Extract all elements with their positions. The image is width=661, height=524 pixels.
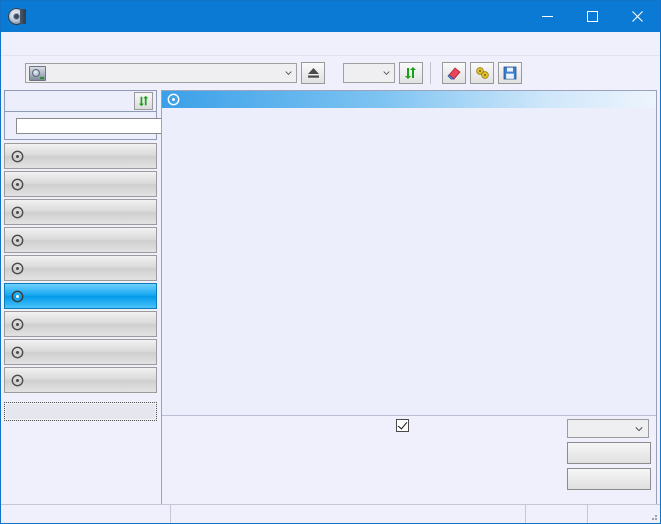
window-controls [525, 1, 660, 32]
disc-info-rows [5, 112, 218, 139]
save-button[interactable] [498, 62, 522, 84]
disc-icon [11, 318, 24, 331]
save-floppy-icon [503, 66, 517, 80]
refresh-icon [405, 67, 416, 79]
drive-select[interactable] [25, 63, 297, 83]
application-window [0, 0, 661, 524]
disc-icon [11, 262, 24, 275]
menu-start-test[interactable] [30, 42, 50, 46]
refresh-icon [138, 95, 148, 107]
sidebar-item-transfer-rate[interactable] [4, 143, 157, 169]
drive-toolbar [1, 56, 660, 90]
refresh-button[interactable] [399, 62, 423, 84]
chart-bottom-bis-jitter [162, 260, 656, 415]
panel-header [162, 91, 656, 108]
menu-help[interactable] [70, 42, 90, 46]
erase-button[interactable] [442, 62, 466, 84]
sidebar-item-verify-test-disc[interactable] [4, 199, 157, 225]
chart-top-ldc-readspeed [162, 108, 656, 258]
tools-button[interactable] [470, 62, 494, 84]
title-bar [1, 1, 660, 32]
disc-icon [11, 178, 24, 191]
menu-extra[interactable] [50, 42, 70, 46]
main-body [1, 90, 660, 508]
sidebar-item-cd-bler[interactable] [4, 311, 157, 337]
chart-bottom-container [162, 260, 656, 415]
minimize-icon[interactable] [525, 1, 570, 32]
disc-panel-header [5, 91, 156, 112]
disc-icon [11, 374, 24, 387]
sidebar-item-disc-info[interactable] [4, 255, 157, 281]
disc-icon [11, 346, 24, 359]
disc-icon [11, 206, 24, 219]
eject-icon [307, 68, 319, 78]
jitter-checkbox[interactable] [396, 419, 409, 432]
menu-bar [1, 32, 660, 56]
drive-icon [29, 65, 46, 81]
status-message [1, 504, 171, 523]
disc-quality-icon [167, 93, 180, 106]
status-bar [1, 504, 660, 523]
eraser-icon [447, 67, 461, 80]
resize-grip[interactable] [648, 511, 658, 521]
sidebar-item-fe-te[interactable] [4, 339, 157, 365]
nav-list [4, 143, 157, 393]
start-part-button[interactable] [567, 468, 651, 490]
disc-label-row [11, 117, 218, 135]
tools-icon [475, 67, 489, 79]
disc-icon [11, 150, 24, 163]
chart-top-container [162, 108, 656, 258]
chevron-down-icon [635, 427, 643, 432]
disc-icon [11, 290, 24, 303]
status-window-button[interactable] [4, 402, 157, 421]
app-icon [8, 8, 26, 25]
stats-panel [162, 415, 656, 507]
sidebar-item-create-test-disc[interactable] [4, 171, 157, 197]
speed-select[interactable] [343, 63, 395, 83]
sidebar-item-drive-info[interactable] [4, 227, 157, 253]
chevron-down-icon [285, 71, 292, 75]
close-icon[interactable] [615, 1, 660, 32]
disc-panel [4, 90, 218, 140]
start-full-button[interactable] [567, 442, 651, 464]
sidebar-item-disc-quality[interactable] [4, 283, 157, 309]
disc-icon [11, 234, 24, 247]
disc-refresh-button[interactable] [134, 92, 153, 110]
maximize-icon[interactable] [570, 1, 615, 32]
sidebar-item-extra-tests[interactable] [4, 367, 157, 393]
toolbar-separator [430, 62, 431, 84]
disc-quality-panel [161, 90, 657, 508]
chevron-down-icon [383, 71, 390, 75]
left-sidebar [1, 90, 218, 508]
menu-file[interactable] [10, 42, 30, 46]
eject-button[interactable] [301, 62, 325, 84]
progress-percent [526, 504, 588, 523]
progress-bar [171, 504, 526, 523]
test-speed-select[interactable] [567, 419, 649, 438]
